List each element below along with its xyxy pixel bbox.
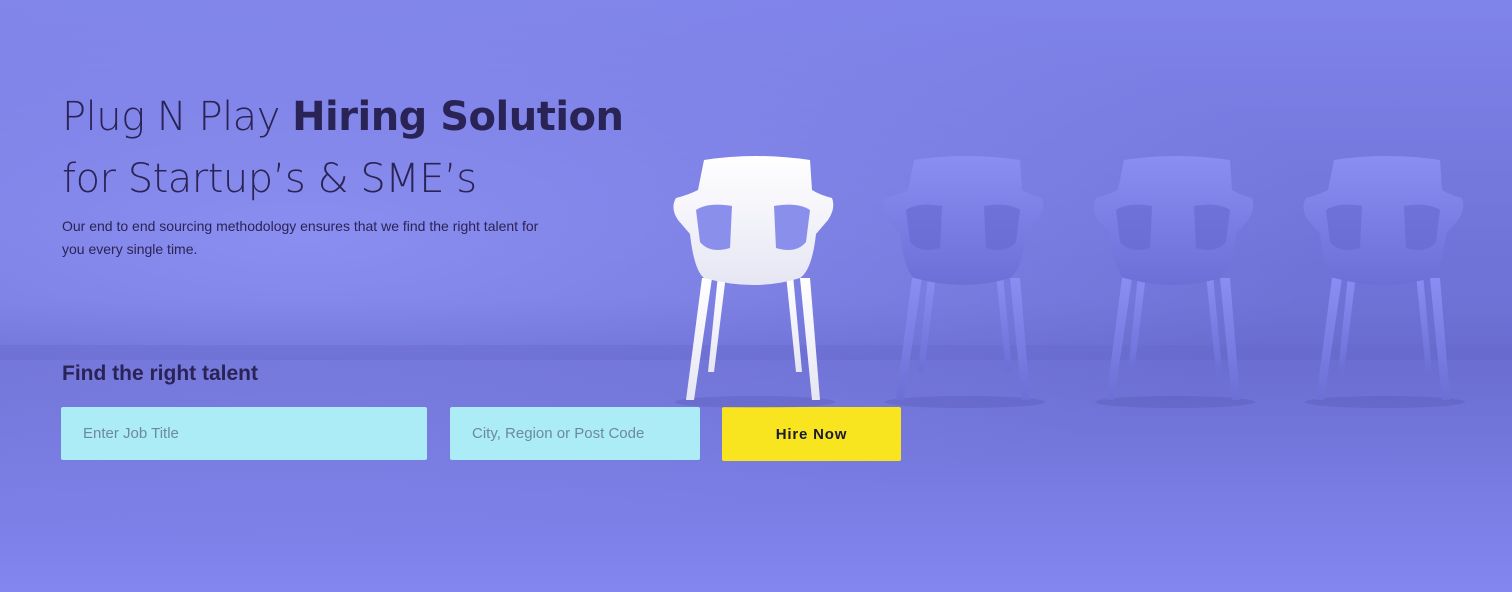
subtext-line-1: Our end to end sourcing methodology ensu… [62, 218, 539, 234]
headline-regular: Plug N Play [62, 94, 293, 140]
headline-bold: Hiring Solution [292, 94, 624, 140]
hero-banner: Plug N Play Hiring Solution for Startup’… [0, 0, 1512, 592]
search-form-title: Find the right talent [62, 362, 258, 385]
purple-chair-icon [883, 156, 1044, 400]
location-input[interactable] [450, 407, 700, 460]
headline-line-1: Plug N Play Hiring Solution [62, 86, 624, 148]
purple-chair-icon [1303, 156, 1464, 400]
job-title-input[interactable] [61, 407, 427, 460]
headline-line-2: for Startup’s & SME’s [62, 156, 477, 202]
hire-now-button[interactable]: Hire Now [722, 407, 901, 461]
hero-headline: Plug N Play Hiring Solution for Startup’… [62, 86, 624, 210]
purple-chair-icon [1093, 156, 1254, 400]
white-chair-icon [673, 156, 834, 400]
chairs-illustration [673, 156, 1465, 408]
subtext-line-2: you every single time. [62, 241, 198, 257]
hero-subtext: Our end to end sourcing methodology ensu… [62, 215, 622, 261]
